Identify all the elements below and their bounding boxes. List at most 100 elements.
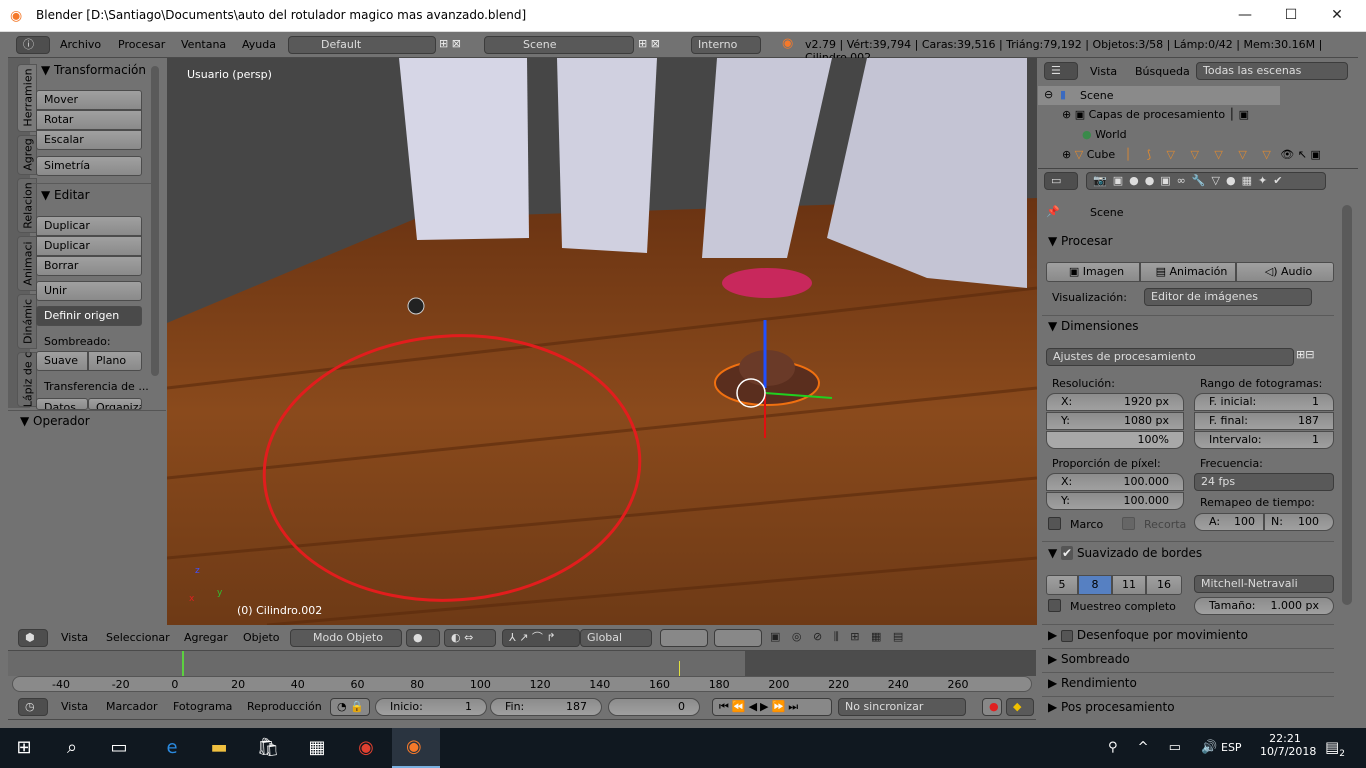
task-view-icon[interactable]: ▭ <box>107 736 131 760</box>
menu-agregar[interactable]: Agregar <box>184 631 228 644</box>
panel-transformacion-header[interactable]: ▼ Transformación <box>41 63 146 77</box>
tab-dinamicas[interactable]: Dinámic <box>17 294 37 349</box>
editor-type-timeline-button[interactable]: ◷ <box>18 698 48 716</box>
escalar-button[interactable]: Escalar <box>36 130 142 150</box>
panel-rendimiento-header[interactable]: ▶ Rendimiento <box>1048 676 1137 690</box>
properties-context-tabs[interactable]: 📷▣●●▣∞🔧▽●▦✦✔ <box>1086 172 1326 190</box>
orientation-select[interactable]: Global <box>580 629 652 647</box>
menu-vista-timeline[interactable]: Vista <box>61 700 88 713</box>
add-scene-icon[interactable]: ⊞ ⊠ <box>638 37 660 50</box>
current-frame-field[interactable]: 0 <box>608 698 700 716</box>
frame-start-field[interactable]: F. inicial: 1 <box>1194 393 1334 411</box>
tab-agregar[interactable]: Agreg <box>17 135 37 175</box>
definir-origen-select[interactable]: Definir origen <box>36 306 142 326</box>
render-preset-select[interactable]: Ajustes de procesamiento <box>1046 348 1294 366</box>
aa-samples-5[interactable]: 5 <box>1046 575 1078 595</box>
system-tray-icons[interactable]: ⚲ ^ ▭ 🔊 <box>1108 740 1225 755</box>
panel-motion-blur-header[interactable]: ▶ Desenfoque por movimiento <box>1048 628 1248 642</box>
simetria-button[interactable]: Simetría <box>36 156 142 176</box>
organiza-button[interactable]: Organiza <box>88 398 142 410</box>
menu-reproduccion[interactable]: Reproducción <box>247 700 322 713</box>
manipulator-buttons[interactable]: ⅄ ↗ ⌒ ↱ <box>502 629 580 647</box>
menu-objeto[interactable]: Objeto <box>243 631 280 644</box>
aa-samples-11[interactable]: 11 <box>1112 575 1146 595</box>
maximize-button[interactable]: ☐ <box>1268 0 1314 30</box>
menu-busqueda[interactable]: Búsqueda <box>1135 65 1190 78</box>
minimize-button[interactable]: — <box>1222 0 1268 30</box>
start-button[interactable]: ⊞ <box>12 736 36 760</box>
panel-procesar-header[interactable]: ▼ Procesar <box>1048 234 1113 248</box>
sync-select[interactable]: No sincronizar <box>838 698 966 716</box>
duplicar-vinculado-button[interactable]: Duplicar vinculado <box>36 236 142 270</box>
aspect-y-field[interactable]: Y: 100.000 <box>1046 492 1184 510</box>
store-icon[interactable]: 🛍 <box>256 736 280 760</box>
display-select[interactable]: Editor de imágenes <box>1144 288 1312 306</box>
aa-samples-8[interactable]: 8 <box>1078 575 1112 595</box>
outliner-filter-select[interactable]: Todas las escenas <box>1196 62 1348 80</box>
mover-button[interactable]: Mover <box>36 90 142 110</box>
render-animation-button[interactable]: ▤ Animación <box>1140 262 1236 282</box>
layers-grid-1[interactable] <box>660 629 708 647</box>
outliner-row-render-layers[interactable]: ⊕ ▣ Capas de procesamiento │ ▣ <box>1062 108 1249 121</box>
filter-size-field[interactable]: Tamaño: 1.000 px <box>1194 597 1334 615</box>
resolution-y-field[interactable]: Y: 1080 px <box>1046 412 1184 430</box>
preview-range-buttons[interactable]: ◔ 🔒 <box>330 698 370 716</box>
panel-pos-procesamiento-header[interactable]: ▶ Pos procesamiento <box>1048 700 1175 714</box>
blender-taskbar-button[interactable]: ◉ <box>392 728 440 768</box>
start-frame-field[interactable]: Inicio: 1 <box>375 698 487 716</box>
add-layout-icon[interactable]: ⊞ ⊠ <box>439 37 461 50</box>
outliner-row-world[interactable]: ● World <box>1082 128 1127 141</box>
outliner-row-cube[interactable]: ⊕ ▽ Cube │ ⟆ ▽ ▽ ▽ ▽ ▽ 👁 ↖ ▣ <box>1062 148 1321 161</box>
timeline-ruler[interactable] <box>12 676 1032 692</box>
marco-checkbox[interactable] <box>1048 517 1061 530</box>
menu-fotograma[interactable]: Fotograma <box>173 700 232 713</box>
menu-ayuda[interactable]: Ayuda <box>242 38 276 51</box>
panel-operador-header[interactable]: ▼ Operador <box>20 414 90 428</box>
recorta-checkbox[interactable] <box>1122 517 1135 530</box>
outliner-row-scene[interactable]: ⊖ ▮ Scene <box>1038 86 1280 105</box>
mode-select[interactable]: Modo Objeto <box>290 629 402 647</box>
chrome-icon[interactable]: ◉ <box>354 736 378 760</box>
editor-type-properties-button[interactable]: ▭ <box>1044 172 1078 190</box>
search-icon[interactable]: ⌕ <box>60 736 84 760</box>
frame-end-field[interactable]: F. final: 187 <box>1194 412 1334 430</box>
borrar-button[interactable]: Borrar <box>36 256 142 276</box>
record-button[interactable]: ● <box>982 698 1002 716</box>
properties-scrollbar[interactable] <box>1342 205 1352 605</box>
tool-shelf-scrollbar[interactable] <box>151 66 159 376</box>
menu-seleccionar[interactable]: Seleccionar <box>106 631 170 644</box>
clock[interactable]: 22:21 10/7/2018 <box>1260 732 1316 758</box>
menu-vista[interactable]: Vista <box>61 631 88 644</box>
notifications-icon[interactable]: ▤2 <box>1325 738 1345 759</box>
editor-type-outliner-button[interactable]: ☰ <box>1044 62 1078 80</box>
muestreo-completo-checkbox[interactable] <box>1048 599 1061 612</box>
panel-editar-header[interactable]: ▼ Editar <box>41 188 90 202</box>
aa-checkbox[interactable]: ✔ <box>1061 546 1074 560</box>
tab-animacion[interactable]: Animaci <box>17 236 37 291</box>
layout-select[interactable]: Default <box>288 36 436 54</box>
3d-viewport[interactable]: Usuario (persp) (0) Cilindro.002 z y x <box>167 58 1037 625</box>
current-frame-indicator[interactable] <box>182 651 184 676</box>
panel-dimensiones-header[interactable]: ▼ Dimensiones <box>1048 319 1138 333</box>
end-frame-field[interactable]: Fin: 187 <box>490 698 602 716</box>
editor-type-3d-button[interactable]: ⬢ <box>18 629 48 647</box>
resolution-x-field[interactable]: X: 1920 px <box>1046 393 1184 411</box>
menu-marcador[interactable]: Marcador <box>106 700 158 713</box>
preset-add-remove-icons[interactable]: ⊞⊟ <box>1296 348 1314 361</box>
unir-button[interactable]: Unir <box>36 281 142 301</box>
plano-button[interactable]: Plano <box>88 351 142 371</box>
menu-ventana[interactable]: Ventana <box>181 38 226 51</box>
language-indicator[interactable]: ESP <box>1221 741 1242 754</box>
keying-set-button[interactable]: ◆ <box>1006 698 1034 716</box>
render-engine-select[interactable]: Interno <box>691 36 761 54</box>
timeline-area[interactable] <box>8 651 1036 676</box>
shading-select[interactable]: ● <box>406 629 440 647</box>
aa-samples-16[interactable]: 16 <box>1146 575 1182 595</box>
time-remap-old-field[interactable]: A: 100 <box>1194 513 1264 531</box>
tab-relaciones[interactable]: Relacion <box>17 178 37 233</box>
render-audio-button[interactable]: ◁) Audio <box>1236 262 1334 282</box>
pivot-select[interactable]: ◐ ⇔ <box>444 629 496 647</box>
layers-grid-2[interactable] <box>714 629 762 647</box>
snapping-icons[interactable]: ▣ ◎ ⊘ ⫼ ⊞ ▦ ▤ <box>770 630 907 644</box>
menu-procesar[interactable]: Procesar <box>118 38 165 51</box>
